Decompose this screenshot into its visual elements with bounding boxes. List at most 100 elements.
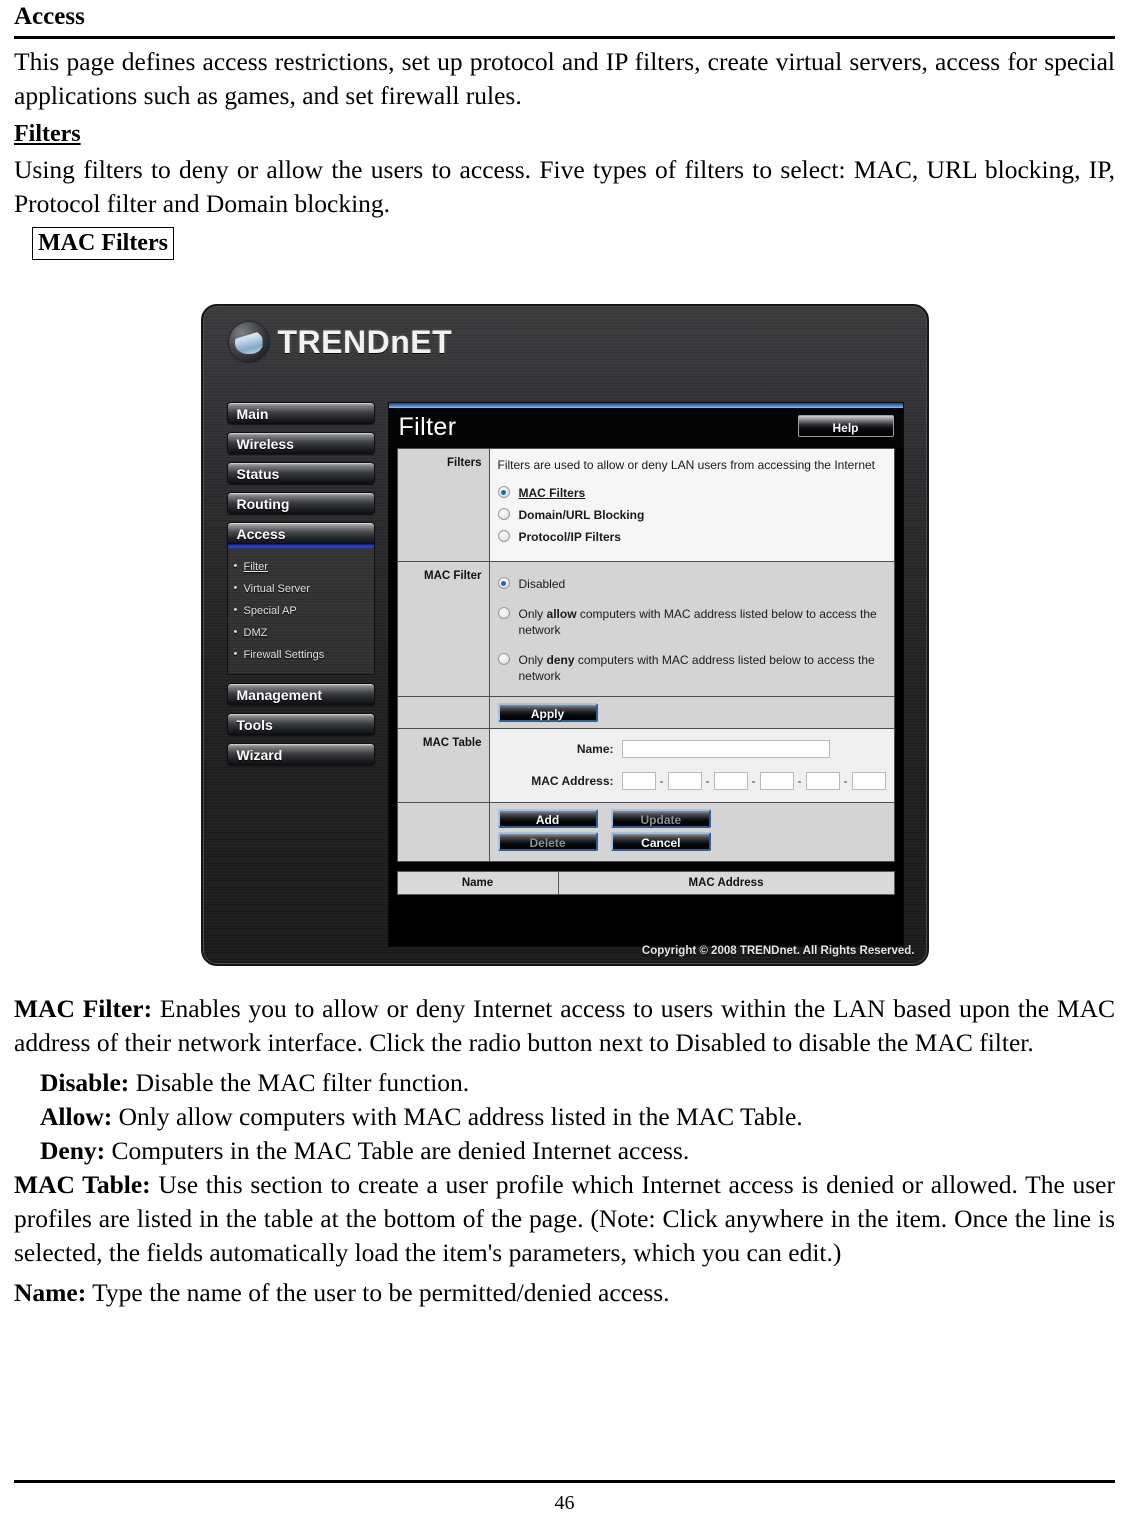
radio-option-mac-filters[interactable]: MAC Filters bbox=[497, 485, 886, 501]
router-screenshot-figure: TRENDnET Main Wireless Status Routing Ac… bbox=[14, 304, 1115, 966]
apply-button[interactable]: Apply bbox=[497, 703, 598, 722]
mac-address-field-row: MAC Address: - - - - - bbox=[498, 772, 886, 790]
add-button[interactable]: Add bbox=[497, 809, 598, 828]
desc-name: Name: Type the name of the user to be pe… bbox=[14, 1276, 1115, 1310]
sidebar-item-wireless[interactable]: Wireless bbox=[226, 432, 375, 454]
desc-mac-table: MAC Table: Use this section to create a … bbox=[14, 1168, 1115, 1270]
sidebar-item-wizard[interactable]: Wizard bbox=[226, 743, 375, 765]
sidebar-item-main[interactable]: Main bbox=[226, 402, 375, 424]
cancel-button[interactable]: Cancel bbox=[610, 832, 711, 851]
sidebar-subitem-virtual-server-label: Virtual Server bbox=[243, 583, 310, 595]
mac-filter-row-label: MAC Filter bbox=[396, 561, 490, 697]
sidebar-subitem-filter[interactable]: Filter bbox=[228, 556, 374, 578]
radio-label-allow: Only allow computers with MAC address li… bbox=[519, 606, 886, 638]
sidebar-item-access[interactable]: Access bbox=[226, 522, 375, 544]
mac-table-actions-field: Add Update Delete Cancel bbox=[488, 802, 895, 862]
name-input[interactable] bbox=[621, 740, 830, 758]
sidebar-item-management[interactable]: Management bbox=[226, 683, 375, 705]
filters-heading: Filters bbox=[14, 121, 81, 147]
header-divider bbox=[14, 36, 1115, 39]
filters-row: Filters Filters are used to allow or den… bbox=[396, 448, 895, 562]
radio-option-domain-url-blocking[interactable]: Domain/URL Blocking bbox=[497, 507, 886, 523]
sidebar-subitem-dmz[interactable]: DMZ bbox=[228, 622, 374, 644]
radio-label-allow-em: allow bbox=[546, 607, 577, 621]
mac-table-row: MAC Table Name: MAC Address: - - - - - bbox=[396, 728, 895, 803]
mac-table-actions-row: Add Update Delete Cancel bbox=[396, 802, 895, 862]
help-button[interactable]: Help bbox=[797, 415, 894, 437]
radio-label-deny-em: deny bbox=[546, 653, 575, 667]
mac-entries-table: Name MAC Address bbox=[396, 871, 895, 895]
sidebar-subitem-firewall-settings[interactable]: Firewall Settings bbox=[228, 644, 374, 666]
router-web-ui: TRENDnET Main Wireless Status Routing Ac… bbox=[200, 304, 929, 966]
desc-allow-term: Allow: bbox=[40, 1102, 113, 1131]
radio-option-protocol-ip-filters[interactable]: Protocol/IP Filters bbox=[497, 529, 886, 545]
sidebar-subitem-filter-label: Filter bbox=[243, 561, 268, 573]
copyright-text: Copyright © 2008 TRENDnet. All Rights Re… bbox=[641, 945, 915, 957]
filter-form-table: Filters Filters are used to allow or den… bbox=[396, 448, 895, 862]
mac-table-actions-label bbox=[396, 802, 490, 862]
column-header-mac-address: MAC Address bbox=[688, 877, 764, 889]
radio-label-domain-url-blocking: Domain/URL Blocking bbox=[518, 508, 645, 522]
sidebar-subitem-virtual-server[interactable]: Virtual Server bbox=[228, 578, 374, 600]
sidebar-item-routing[interactable]: Routing bbox=[226, 492, 375, 514]
sidebar-nav: Main Wireless Status Routing Access Filt… bbox=[226, 402, 375, 773]
filters-row-field: Filters are used to allow or deny LAN us… bbox=[488, 448, 895, 562]
radio-icon-deny[interactable] bbox=[497, 653, 510, 665]
button-row-top: Add Update bbox=[497, 809, 886, 828]
delete-button[interactable]: Delete bbox=[497, 832, 598, 851]
desc-disable: Disable: Disable the MAC filter function… bbox=[14, 1066, 1115, 1100]
radio-option-deny[interactable]: Only deny computers with MAC address lis… bbox=[497, 652, 886, 684]
mac-octet-5-input[interactable] bbox=[805, 772, 840, 790]
sidebar-subitem-dmz-label: DMZ bbox=[243, 627, 268, 639]
mac-octet-2-input[interactable] bbox=[667, 772, 702, 790]
desc-allow: Allow: Only allow computers with MAC add… bbox=[14, 1100, 1115, 1134]
mac-octet-1-input[interactable] bbox=[621, 772, 656, 790]
desc-disable-term: Disable: bbox=[40, 1068, 130, 1097]
desc-deny: Deny: Computers in the MAC Table are den… bbox=[14, 1134, 1115, 1168]
sidebar-item-status[interactable]: Status bbox=[226, 462, 375, 484]
sidebar-subitem-special-ap[interactable]: Special AP bbox=[228, 600, 374, 622]
radio-icon-protocol-ip-filters[interactable] bbox=[497, 530, 510, 542]
desc-mac-filter-text: Enables you to allow or deny Internet ac… bbox=[14, 994, 1115, 1057]
footer-divider bbox=[14, 1480, 1115, 1483]
document-page: Access This page defines access restrict… bbox=[0, 0, 1129, 1521]
mac-table-row-field: Name: MAC Address: - - - - - bbox=[488, 728, 895, 803]
desc-mac-filter: MAC Filter: Enables you to allow or deny… bbox=[14, 992, 1115, 1060]
trendnet-globe-icon bbox=[228, 322, 269, 362]
radio-icon-mac-filters[interactable] bbox=[497, 486, 510, 498]
apply-row-label bbox=[396, 696, 490, 729]
radio-option-disabled[interactable]: Disabled bbox=[497, 576, 886, 592]
panel-header: Filter Help bbox=[388, 408, 903, 448]
radio-label-disabled: Disabled bbox=[518, 577, 566, 591]
mac-octet-6-input[interactable] bbox=[851, 772, 886, 790]
mac-separator-2: - bbox=[705, 774, 710, 788]
sidebar-submenu-access: Filter Virtual Server Special AP DMZ Fir… bbox=[226, 548, 375, 675]
mac-separator-4: - bbox=[797, 774, 802, 788]
page-title: Access bbox=[14, 3, 85, 30]
brand-name: TRENDnET bbox=[277, 323, 453, 360]
radio-icon-allow[interactable] bbox=[497, 607, 510, 619]
radio-icon-disabled[interactable] bbox=[497, 577, 510, 589]
radio-option-allow[interactable]: Only allow computers with MAC address li… bbox=[497, 606, 886, 638]
radio-label-mac-filters: MAC Filters bbox=[518, 486, 586, 500]
filters-row-label: Filters bbox=[396, 448, 490, 562]
page-number: 46 bbox=[554, 1492, 575, 1514]
update-button[interactable]: Update bbox=[610, 809, 711, 828]
mac-table-row-label: MAC Table bbox=[396, 728, 490, 803]
radio-icon-domain-url-blocking[interactable] bbox=[497, 508, 510, 520]
panel-title: Filter bbox=[398, 413, 457, 441]
mac-filter-row-field: Disabled Only allow computers with MAC a… bbox=[488, 561, 895, 697]
desc-mac-table-text: Use this section to create a user profil… bbox=[14, 1170, 1115, 1267]
mac-address-field-label: MAC Address: bbox=[531, 774, 614, 788]
button-row-bottom: Delete Cancel bbox=[497, 832, 886, 851]
filters-paragraph: Using filters to deny or allow the users… bbox=[14, 155, 1115, 218]
mac-octet-4-input[interactable] bbox=[759, 772, 794, 790]
name-field-row: Name: bbox=[498, 740, 886, 758]
desc-allow-text: Only allow computers with MAC address li… bbox=[112, 1102, 803, 1131]
mac-separator-5: - bbox=[843, 774, 848, 788]
desc-deny-text: Computers in the MAC Table are denied In… bbox=[105, 1136, 690, 1165]
sidebar-item-tools[interactable]: Tools bbox=[226, 713, 375, 735]
mac-octet-3-input[interactable] bbox=[713, 772, 748, 790]
desc-disable-text: Disable the MAC filter function. bbox=[129, 1068, 470, 1097]
desc-name-text: Type the name of the user to be permitte… bbox=[86, 1278, 670, 1307]
